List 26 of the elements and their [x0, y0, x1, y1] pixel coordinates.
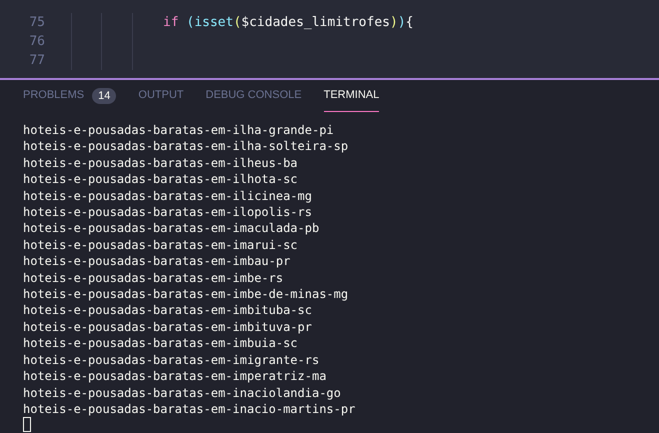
code-line: if (isset($cidades_limitrofes)){: [163, 14, 414, 32]
panel-tab[interactable]: PROBLEMS 14: [23, 80, 116, 112]
terminal-line: hoteis-e-pousadas-baratas-em-imbau-pr: [23, 253, 290, 270]
line-number: 76: [28, 33, 45, 51]
terminal-line: hoteis-e-pousadas-baratas-em-ilheus-ba: [23, 154, 298, 172]
terminal-line: hoteis-e-pousadas-baratas-em-imigrante-rs: [23, 352, 320, 368]
terminal-line: hoteis-e-pousadas-baratas-em-ilha-solteira-sp: [23, 138, 348, 155]
terminal-line: hoteis-e-pousadas-baratas-em-ilicinea-mg: [23, 188, 312, 204]
line-number: 77: [28, 52, 45, 70]
terminal-cursor: [23, 417, 31, 432]
panel-tab[interactable]: TERMINAL: [324, 80, 380, 112]
terminal-line: hoteis-e-pousadas-baratas-em-imbituva-pr: [23, 318, 312, 336]
line-number: 75: [28, 14, 45, 32]
terminal-line: hoteis-e-pousadas-baratas-em-imarui-sc: [23, 236, 298, 254]
terminal-line: hoteis-e-pousadas-baratas-em-imbe-rs: [23, 270, 284, 286]
terminal-line: hoteis-e-pousadas-baratas-em-inaciolandia-go: [23, 384, 341, 401]
terminal-line: hoteis-e-pousadas-baratas-em-ilopolis-rs: [23, 204, 312, 220]
terminal-line: hoteis-e-pousadas-baratas-em-imbe-de-minas-mg: [23, 286, 348, 302]
terminal-line: hoteis-e-pousadas-baratas-em-imperatriz-ma: [23, 368, 326, 384]
terminal-line: hoteis-e-pousadas-baratas-em-imbituba-sc: [23, 302, 312, 319]
terminal-line: hoteis-e-pousadas-baratas-em-inacio-martins-pr: [23, 400, 356, 418]
terminal-line: hoteis-e-pousadas-baratas-em-imaculada-pb: [23, 220, 320, 237]
problems-count: 14: [92, 88, 116, 104]
terminal-line: hoteis-e-pousadas-baratas-em-ilhota-sc: [23, 171, 298, 188]
terminal-line: hoteis-e-pousadas-baratas-em-imbuia-sc: [23, 335, 298, 352]
terminal-line: hoteis-e-pousadas-baratas-em-ilha-grande-pi: [23, 122, 334, 138]
